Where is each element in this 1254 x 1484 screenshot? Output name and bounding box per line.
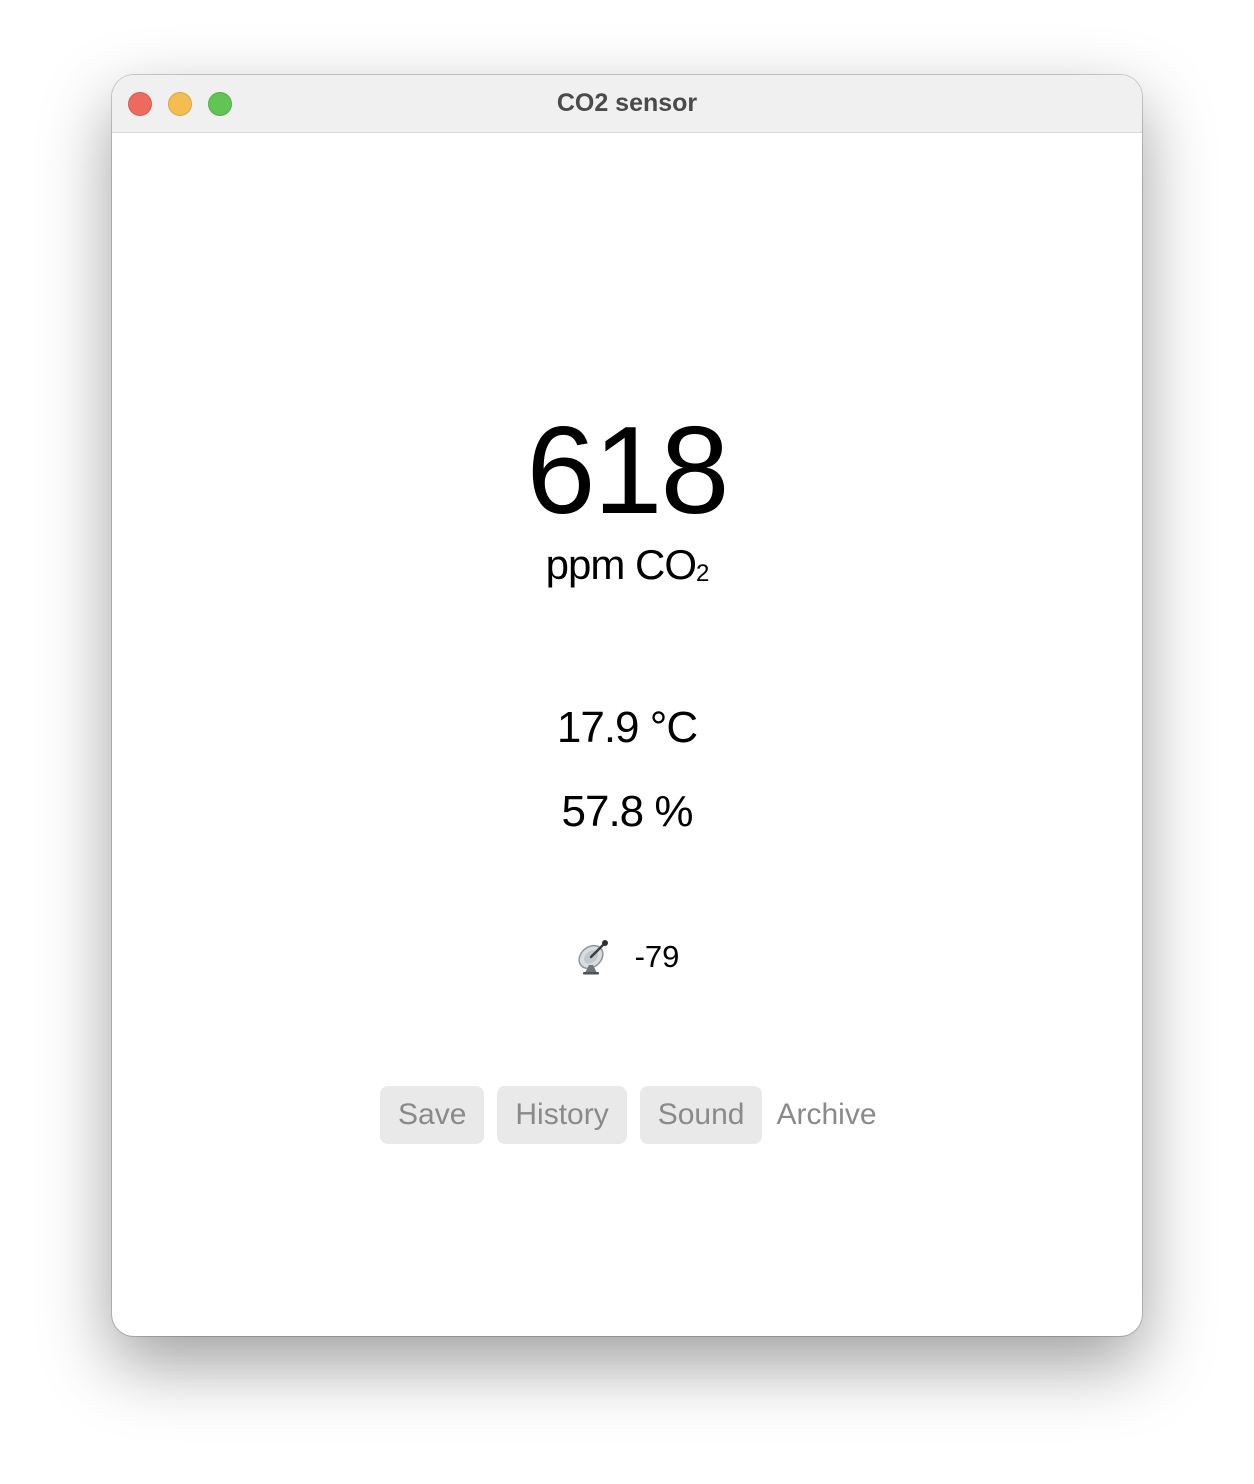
action-bar: Save History Sound Archive [380, 1086, 890, 1144]
app-window: CO2 sensor 618 ppm CO2 17.9 °C 57.8 % -7… [112, 75, 1142, 1336]
co2-unit-text: ppm CO [545, 541, 697, 588]
save-button[interactable]: Save [380, 1086, 485, 1144]
satellite-antenna-icon [575, 935, 615, 975]
signal-strength: -79 [112, 939, 1142, 979]
sound-button[interactable]: Sound [639, 1086, 763, 1144]
humidity-value: 57.8 % [561, 787, 694, 836]
co2-unit-subscript: 2 [696, 560, 709, 587]
title-bar[interactable]: CO2 sensor [112, 75, 1142, 133]
co2-unit: ppm CO2 [112, 541, 1142, 589]
sensor-panel: 618 ppm CO2 17.9 °C 57.8 % -79 Save Histo… [112, 133, 1142, 1336]
archive-button[interactable]: Archive [775, 1086, 876, 1144]
co2-value: 618 [526, 402, 730, 540]
history-button[interactable]: History [497, 1086, 627, 1144]
temperature-value: 17.9 °C [556, 703, 698, 752]
signal-value: -79 [634, 939, 680, 975]
window-title: CO2 sensor [556, 89, 698, 117]
